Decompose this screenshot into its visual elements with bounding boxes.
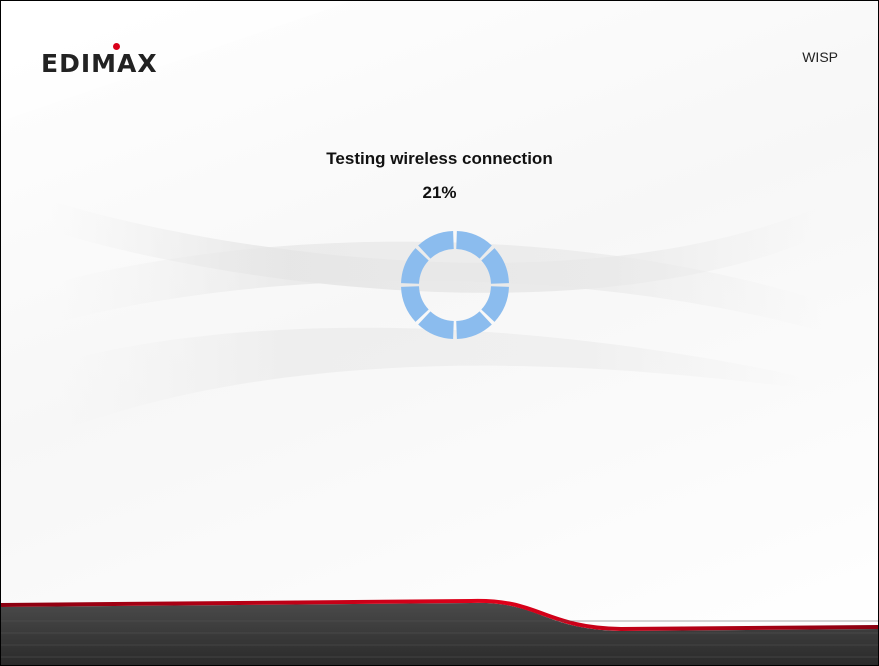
logo-text: EDIMAX xyxy=(41,49,158,78)
progress-percentage: 21% xyxy=(422,183,457,202)
spinner-segment xyxy=(401,286,429,322)
spinner-segment xyxy=(418,311,454,339)
status-message: Testing wireless connection xyxy=(326,149,553,168)
spinner-segment xyxy=(481,286,509,322)
spinner-segment xyxy=(401,248,429,284)
spinner-segment xyxy=(481,248,509,284)
loading-spinner-icon xyxy=(401,231,509,339)
setup-wizard-frame: EDIMAX WISP Testing wireless connection … xyxy=(0,0,879,666)
operation-mode-label: WISP xyxy=(802,49,838,65)
spinner-segment xyxy=(456,231,492,259)
spinner-segment xyxy=(418,231,454,259)
edimax-logo: EDIMAX xyxy=(41,43,158,78)
spinner-segment xyxy=(456,311,492,339)
footer-bar xyxy=(1,598,878,665)
logo-dot xyxy=(113,43,120,50)
